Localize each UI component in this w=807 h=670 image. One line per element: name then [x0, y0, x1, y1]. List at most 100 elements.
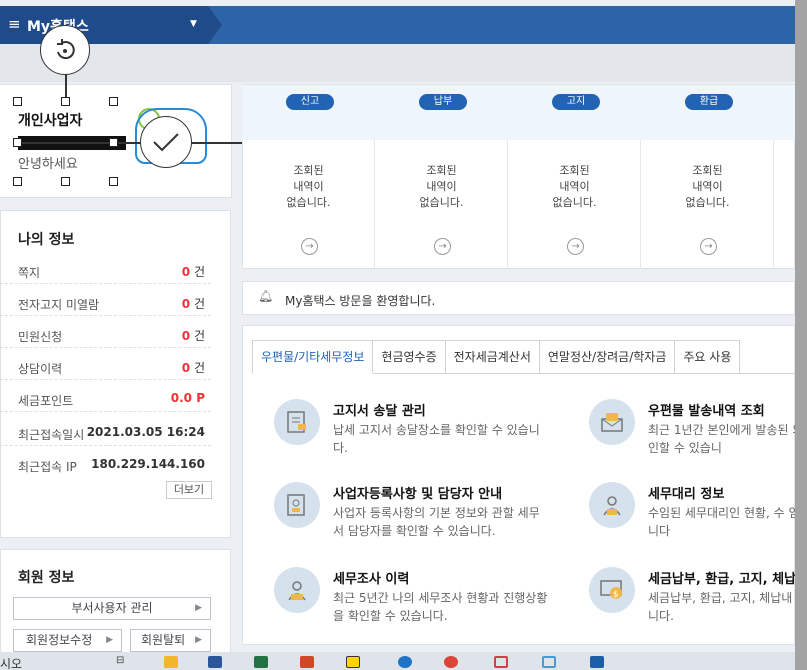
more-button[interactable]: 더보기 — [166, 481, 212, 499]
sub-user-button[interactable]: 부서사용자 관리 ▶ — [13, 597, 211, 620]
service-desc: 납세 고지서 송달장소를 확인할 수 있습니다. — [333, 423, 540, 455]
selection-line — [17, 142, 242, 144]
info-row[interactable]: 세금포인트 0.0 P — [0, 386, 211, 412]
tab-e-invoice[interactable]: 전자세금계산서 — [445, 340, 540, 374]
rotate-handle-icon[interactable] — [40, 25, 90, 75]
info-row[interactable]: 상담이력 0 건 — [0, 354, 211, 380]
status-column: 납부조회된 내역이 없습니다. → — [375, 85, 508, 269]
info-value: 0.0 P — [171, 391, 205, 405]
service-desc: 최근 5년간 나의 세무조사 현황과 진행상황을 확인할 수 있습니다. — [333, 591, 548, 623]
service-item[interactable]: $ 세금납부, 환급, 고지, 체납 세금납부, 환급, 고지, 체납내 회할 … — [589, 567, 795, 637]
info-label: 전자고지 미열람 — [18, 298, 100, 312]
app-icon[interactable] — [494, 656, 508, 668]
agent-icon — [589, 482, 635, 528]
service-item[interactable]: 세무대리 정보 수임된 세무대리인 현황, 수 임을 할수있습니다 — [589, 482, 795, 552]
chrome-icon[interactable] — [444, 656, 458, 668]
info-label: 최근접속 IP — [18, 460, 77, 474]
arrow-right-icon[interactable]: → — [434, 238, 451, 255]
resize-handle[interactable] — [13, 177, 22, 186]
resize-handle[interactable] — [109, 97, 118, 106]
info-label: 세금포인트 — [18, 394, 74, 408]
taskbar-search[interactable]: 시오 — [0, 655, 22, 670]
service-title: 세금납부, 환급, 고지, 체납 — [648, 572, 795, 587]
status-note: 조회된 내역이 없습니다. — [552, 164, 597, 209]
resize-handle[interactable] — [61, 177, 70, 186]
info-unit: 건 — [190, 329, 205, 343]
info-row[interactable]: 민원신청 0 건 — [0, 322, 211, 348]
sub-bar — [0, 44, 795, 82]
user-type: 개인사업자 — [18, 113, 83, 129]
bell-icon: 🔔︎ — [258, 289, 274, 303]
my-info-title: 나의 정보 — [18, 232, 75, 248]
info-row[interactable]: 쪽지 0 건 — [0, 258, 211, 284]
status-badge: 환급 — [685, 94, 733, 110]
service-desc: 사업자 등록사항의 기본 정보와 관할 세무서 담당자를 확인할 수 있습니다. — [333, 506, 540, 538]
info-count: 0 — [181, 265, 191, 279]
service-title: 사업자등록사항 및 담당자 안내 — [333, 487, 503, 502]
status-column: 고지조회된 내역이 없습니다. → — [508, 85, 641, 269]
chevron-right-icon: ▶ — [195, 603, 202, 613]
service-item[interactable]: 세무조사 이력 최근 5년간 나의 세무조사 현황과 진행상황을 확인할 수 있… — [274, 567, 574, 637]
edit-info-button[interactable]: 회원정보수정 ▶ — [13, 629, 122, 652]
info-unit: 건 — [190, 361, 205, 375]
service-item[interactable]: 우편물 발송내역 조회 최근 1년간 본인에게 발송된 의 원본을 확인할 수 … — [589, 399, 795, 469]
status-header — [774, 85, 795, 140]
tab-mail[interactable]: 우편물/기타세무정보 — [252, 340, 374, 374]
arrow-right-icon[interactable]: → — [700, 238, 717, 255]
notice-text: My홈택스 방문을 환영합니다. — [285, 294, 436, 308]
status-note: 조회된 내역이 없습니다. — [419, 164, 464, 209]
hamburger-icon: ≡ — [8, 15, 21, 33]
audit-icon — [274, 567, 320, 613]
service-desc: 수임된 세무대리인 현황, 수 임을 할수있습니다 — [648, 506, 795, 538]
status-column: 신고 조회된 내역이 없습니다. → — [242, 85, 375, 269]
info-label: 최근접속일시 — [18, 428, 85, 442]
status-badge: 납부 — [419, 94, 467, 110]
mail-icon — [589, 399, 635, 445]
info-row: 최근접속일시 2021.03.05 16:24 — [0, 420, 211, 446]
tab-year-end[interactable]: 연말정산/장려금/학자금 — [539, 340, 676, 374]
member-title: 회원 정보 — [18, 570, 75, 586]
resize-handle[interactable] — [61, 97, 70, 106]
tab-cash-receipt[interactable]: 현금영수증 — [373, 340, 446, 374]
info-unit: 건 — [190, 297, 205, 311]
excel-icon[interactable] — [254, 656, 268, 668]
word-icon[interactable] — [208, 656, 222, 668]
edge-icon[interactable] — [398, 656, 412, 668]
service-title: 세무대리 정보 — [648, 487, 725, 502]
main-menu-button[interactable]: ≡ My홈택스 ▼ — [0, 6, 222, 44]
ie-icon[interactable] — [542, 656, 556, 668]
info-value: 0 건 — [182, 263, 205, 280]
info-row[interactable]: 전자고지 미열람 0 건 — [0, 290, 211, 316]
service-item[interactable]: 사업자등록사항 및 담당자 안내 사업자 등록사항의 기본 정보와 관할 세무서… — [274, 482, 574, 552]
registration-icon — [274, 482, 320, 528]
status-note: 조회된 내역이 없습니다. — [685, 164, 730, 209]
info-value: 0 건 — [182, 359, 205, 376]
tab-bar: 우편물/기타세무정보 현금영수증 전자세금계산서 연말정산/장려금/학자금 주요… — [252, 340, 741, 374]
info-unit: P — [192, 391, 205, 405]
info-unit: 건 — [190, 265, 205, 279]
arrow-right-icon[interactable]: → — [567, 238, 584, 255]
document-icon — [274, 399, 320, 445]
resize-handle[interactable] — [13, 97, 22, 106]
resize-handle[interactable] — [109, 177, 118, 186]
withdraw-button[interactable]: 회원탈퇴 ▶ — [130, 629, 211, 652]
info-label: 상담이력 — [18, 362, 63, 376]
check-icon[interactable] — [140, 116, 192, 168]
resize-handle[interactable] — [109, 138, 118, 147]
powerpoint-icon[interactable] — [300, 656, 314, 668]
task-view-icon[interactable]: ⊟ — [116, 655, 130, 667]
tab-main-use[interactable]: 주요 사용 — [675, 340, 741, 374]
photos-icon[interactable] — [590, 656, 604, 668]
service-desc: 최근 1년간 본인에게 발송된 의 원본을 확인할 수 있습니 — [648, 423, 795, 455]
info-value: 180.229.144.160 — [91, 457, 205, 471]
arrow-right-icon[interactable]: → — [301, 238, 318, 255]
status-badge: 고지 — [552, 94, 600, 110]
resize-handle[interactable] — [13, 138, 22, 147]
info-label: 민원신청 — [18, 330, 63, 344]
service-item[interactable]: 고지서 송달 관리 납세 고지서 송달장소를 확인할 수 있습니다. — [274, 399, 574, 469]
info-count: 0 — [181, 329, 191, 343]
folder-icon[interactable] — [164, 656, 178, 668]
service-title: 우편물 발송내역 조회 — [648, 404, 765, 419]
info-label: 쪽지 — [18, 266, 41, 280]
kakaotalk-icon[interactable] — [346, 656, 360, 668]
